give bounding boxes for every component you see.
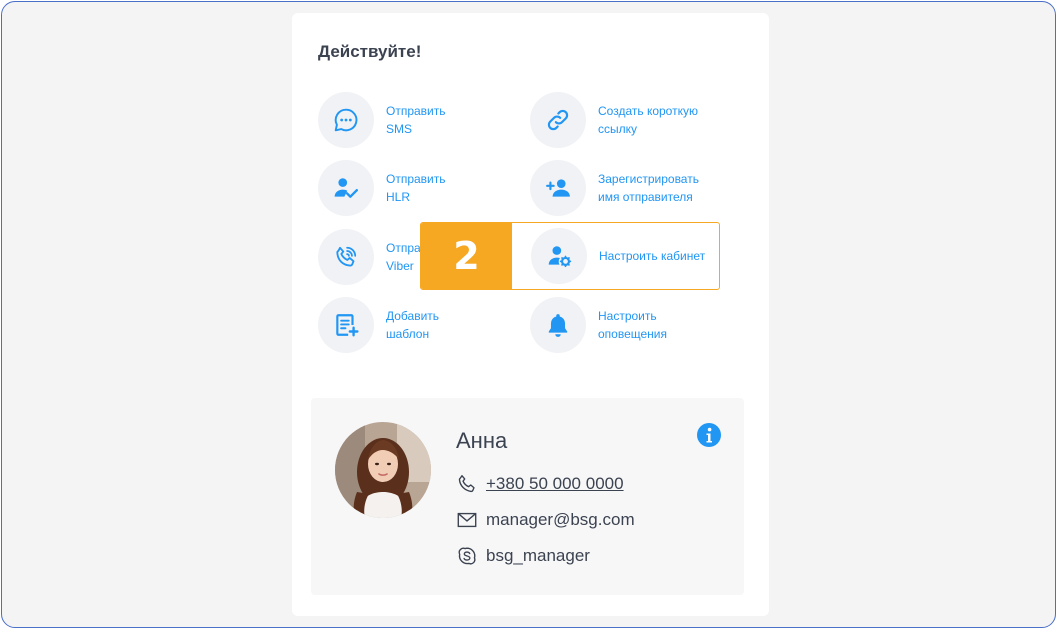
configure-notifications-label: Настроить оповещения bbox=[598, 309, 667, 341]
send-sms-action[interactable]: Отправить SMS bbox=[318, 92, 506, 148]
user-settings-icon bbox=[548, 246, 572, 268]
send-hlr-action[interactable]: Отправить HLR bbox=[318, 160, 506, 216]
skype-icon bbox=[458, 547, 476, 565]
send-sms-label: Отправить SMS bbox=[386, 104, 446, 136]
manager-phone-link[interactable]: +380 50 000 0000 bbox=[486, 474, 624, 494]
register-sender-action[interactable]: Зарегистрировать имя отправителя bbox=[530, 160, 718, 216]
info-icon[interactable] bbox=[697, 423, 721, 447]
manager-email-row: manager@bsg.com bbox=[456, 509, 635, 531]
screenshot-frame: Действуйте! Отправить SMS Создать коротк… bbox=[1, 1, 1056, 628]
add-template-label: Добавить шаблон bbox=[386, 309, 440, 341]
create-short-link-action[interactable]: Создать короткую ссылку bbox=[530, 92, 718, 148]
template-add-icon bbox=[336, 314, 359, 337]
section-title: Действуйте! bbox=[318, 42, 422, 61]
user-check-icon bbox=[334, 178, 359, 198]
link-icon bbox=[547, 109, 569, 131]
manager-avatar bbox=[335, 422, 431, 518]
send-hlr-label: Отправить HLR bbox=[386, 172, 446, 204]
step-number-badge: 2 bbox=[421, 223, 512, 289]
configure-cabinet-action[interactable]: Настроить кабинет bbox=[531, 228, 719, 284]
viber-phone-icon bbox=[336, 246, 357, 267]
bell-icon bbox=[548, 314, 568, 337]
envelope-icon bbox=[457, 512, 477, 528]
onboarding-step-highlight: 2 Настроить кабинет bbox=[420, 222, 720, 290]
user-add-icon bbox=[546, 179, 570, 197]
manager-skype-row: bsg_manager bbox=[456, 545, 590, 567]
configure-cabinet-label: Настроить кабинет bbox=[599, 249, 706, 263]
create-short-link-label: Создать короткую ссылку bbox=[598, 104, 698, 136]
manager-phone-row: +380 50 000 0000 bbox=[456, 473, 624, 495]
manager-contact-card: Анна +380 50 000 0000 manager@bsg.com bs… bbox=[311, 398, 744, 595]
phone-icon bbox=[458, 475, 475, 493]
add-template-action[interactable]: Добавить шаблон bbox=[318, 297, 506, 353]
actions-card: Действуйте! Отправить SMS Создать коротк… bbox=[292, 13, 769, 616]
chat-bubble-icon bbox=[334, 108, 358, 132]
manager-email: manager@bsg.com bbox=[486, 510, 635, 529]
register-sender-label: Зарегистрировать имя отправителя bbox=[598, 172, 699, 204]
manager-name: Анна bbox=[456, 428, 508, 453]
configure-notifications-action[interactable]: Настроить оповещения bbox=[530, 297, 718, 353]
manager-skype: bsg_manager bbox=[486, 546, 590, 565]
